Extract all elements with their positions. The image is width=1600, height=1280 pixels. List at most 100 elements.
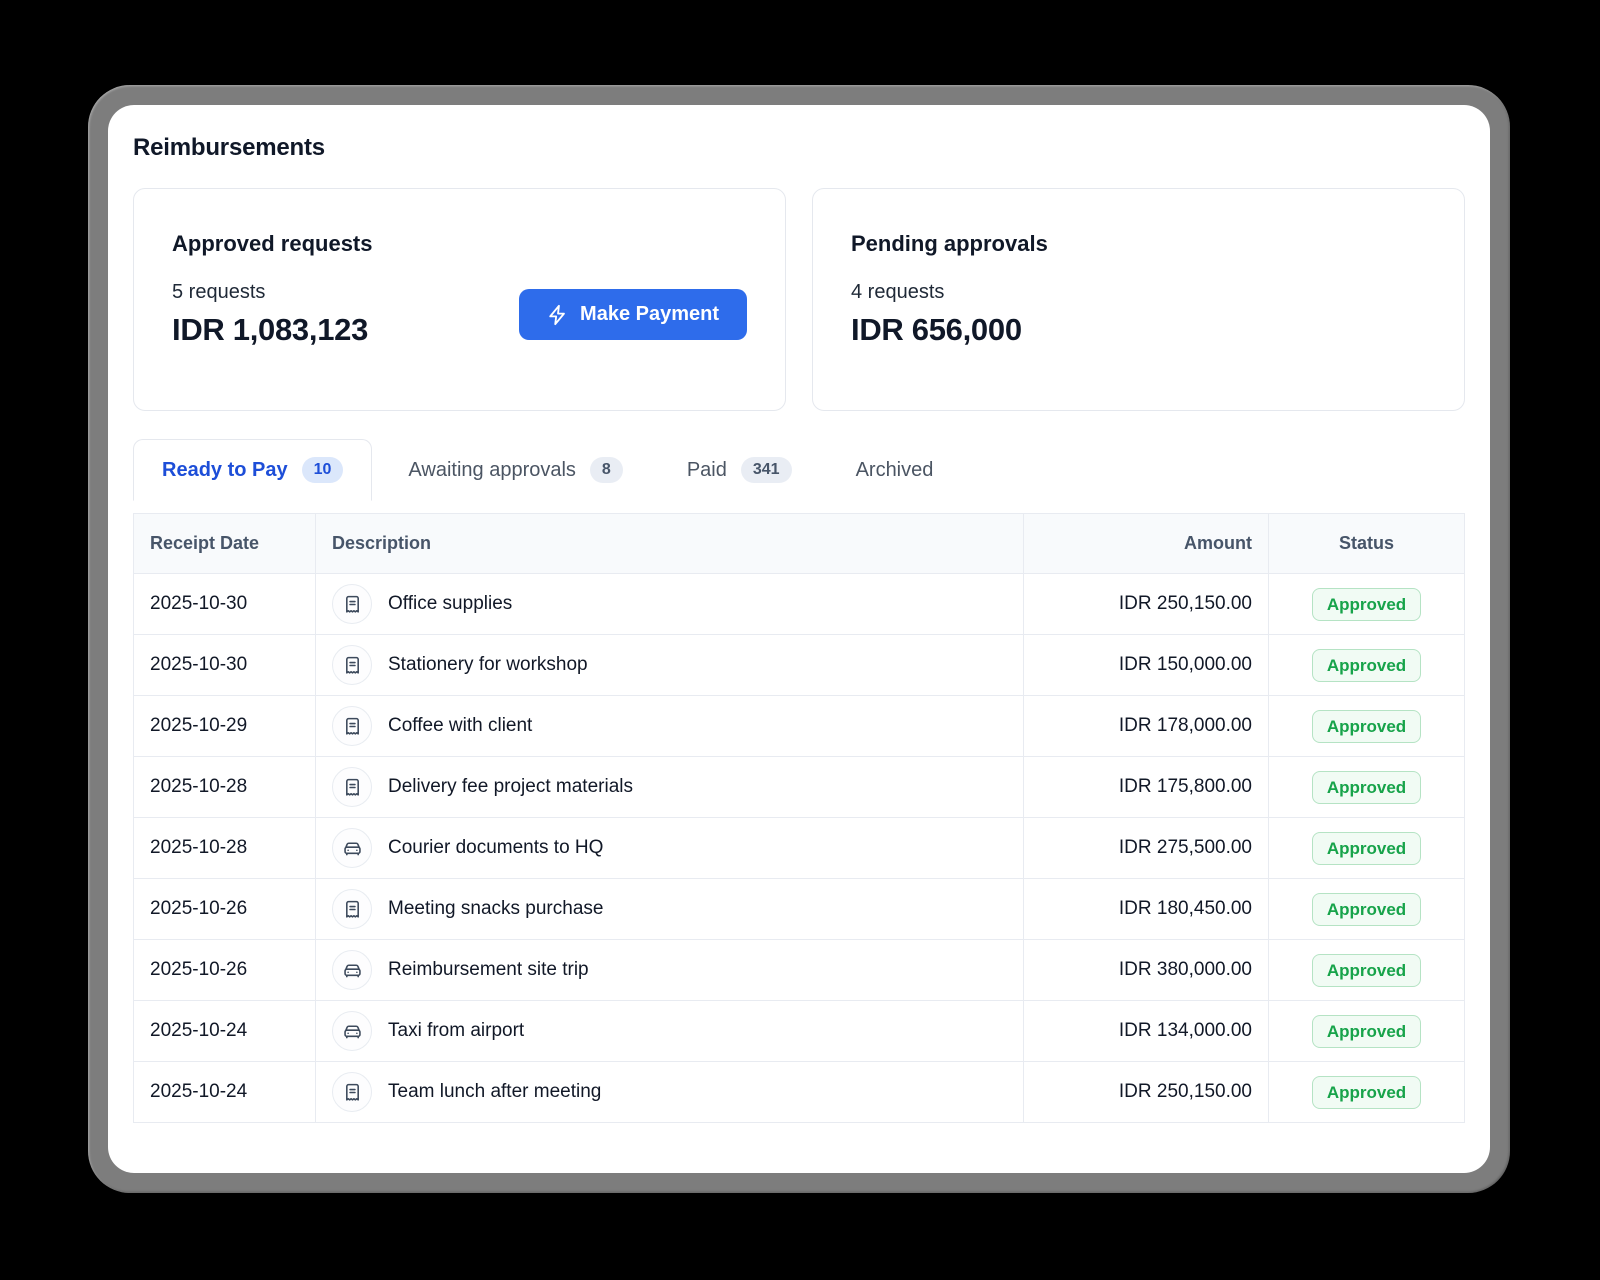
receipt-date-cell: 2025-10-24 [134, 1062, 316, 1123]
app-window: Reimbursements Approved requests 5 reque… [108, 105, 1490, 1173]
receipt-icon [332, 1072, 372, 1112]
column-header-description: Description [316, 514, 1024, 574]
status-badge: Approved [1312, 649, 1421, 682]
table-row[interactable]: 2025-10-24 Taxi from airport IDR 134,000.… [134, 1001, 1465, 1062]
receipt-icon [332, 767, 372, 807]
zap-icon [547, 304, 569, 326]
description-text: Courier documents to HQ [388, 837, 603, 859]
make-payment-label: Make Payment [580, 303, 719, 326]
tab-archived[interactable]: Archived [828, 439, 962, 501]
status-cell: Approved [1269, 818, 1465, 879]
receipt-date-cell: 2025-10-28 [134, 757, 316, 818]
description-cell: Office supplies [316, 574, 1024, 635]
description-text: Taxi from airport [388, 1020, 524, 1042]
car-front-icon [332, 828, 372, 868]
receipt-date-cell: 2025-10-30 [134, 635, 316, 696]
card-figures: 5 requests IDR 1,083,123 [172, 281, 368, 348]
receipt-icon [332, 645, 372, 685]
table-row[interactable]: 2025-10-30 Office suppliesIDR 250,150.00… [134, 574, 1465, 635]
status-cell: Approved [1269, 757, 1465, 818]
receipt-date-cell: 2025-10-24 [134, 1001, 316, 1062]
device-frame: Reimbursements Approved requests 5 reque… [88, 85, 1510, 1193]
tabs: Ready to Pay 10 Awaiting approvals 8 Paid 341… [133, 439, 1465, 501]
amount-cell: IDR 178,000.00 [1024, 696, 1269, 757]
description-text: Reimbursement site trip [388, 959, 589, 981]
status-cell: Approved [1269, 574, 1465, 635]
receipt-date-cell: 2025-10-29 [134, 696, 316, 757]
amount-cell: IDR 150,000.00 [1024, 635, 1269, 696]
table-row[interactable]: 2025-10-30 Stationery for workshop IDR 15… [134, 635, 1465, 696]
tab-awaiting-approvals[interactable]: Awaiting approvals 8 [380, 439, 650, 501]
status-badge: Approved [1312, 893, 1421, 926]
amount-cell: IDR 380,000.00 [1024, 940, 1269, 1001]
tab-paid[interactable]: Paid 341 [659, 439, 820, 501]
table-row[interactable]: 2025-10-29 Coffee with client IDR 178,000… [134, 696, 1465, 757]
total-amount: IDR 656,000 [851, 312, 1022, 348]
status-cell: Approved [1269, 1001, 1465, 1062]
status-badge: Approved [1312, 1015, 1421, 1048]
column-header-status: Status [1269, 514, 1465, 574]
description-text: Coffee with client [388, 715, 532, 737]
tab-label: Archived [856, 459, 934, 482]
receipt-date-cell: 2025-10-28 [134, 818, 316, 879]
description-text: Office supplies [388, 593, 512, 615]
summary-cards: Approved requests 5 requests IDR 1,083,1… [133, 188, 1465, 411]
table-header-row: Receipt Date Description Amount Status [134, 514, 1465, 574]
description-text: Stationery for workshop [388, 654, 588, 676]
approved-requests-card: Approved requests 5 requests IDR 1,083,1… [133, 188, 786, 411]
receipt-date-cell: 2025-10-26 [134, 940, 316, 1001]
column-header-amount: Amount [1024, 514, 1269, 574]
description-cell: Coffee with client [316, 696, 1024, 757]
column-header-receipt-date: Receipt Date [134, 514, 316, 574]
table-row[interactable]: 2025-10-26 Meeting snacks purchase IDR 18… [134, 879, 1465, 940]
description-cell: Meeting snacks purchase [316, 879, 1024, 940]
description-cell: Courier documents to HQ [316, 818, 1024, 879]
page-title: Reimbursements [133, 134, 1465, 162]
description-text: Meeting snacks purchase [388, 898, 603, 920]
tab-label: Awaiting approvals [408, 459, 576, 482]
card-figures: 4 requests IDR 656,000 [851, 281, 1022, 348]
request-count: 4 requests [851, 281, 1022, 304]
amount-cell: IDR 275,500.00 [1024, 818, 1269, 879]
status-cell: Approved [1269, 1062, 1465, 1123]
amount-cell: IDR 180,450.00 [1024, 879, 1269, 940]
tab-ready-to-pay[interactable]: Ready to Pay 10 [133, 439, 372, 501]
tab-label: Paid [687, 459, 727, 482]
amount-cell: IDR 134,000.00 [1024, 1001, 1269, 1062]
status-cell: Approved [1269, 696, 1465, 757]
receipt-icon [332, 584, 372, 624]
status-cell: Approved [1269, 940, 1465, 1001]
pending-approvals-card: Pending approvals 4 requests IDR 656,000 [812, 188, 1465, 411]
description-text: Delivery fee project materials [388, 776, 633, 798]
card-title: Approved requests [172, 231, 747, 257]
status-badge: Approved [1312, 1076, 1421, 1109]
description-text: Team lunch after meeting [388, 1081, 601, 1103]
receipt-date-cell: 2025-10-26 [134, 879, 316, 940]
tab-count-badge: 8 [590, 457, 623, 483]
table-body: 2025-10-30 Office supplies IDR 250,150.00… [134, 574, 1465, 1123]
status-badge: Approved [1312, 832, 1421, 865]
table-row[interactable]: 2025-10-24 Team lunch after meeting IDR 2… [134, 1062, 1465, 1123]
table-row[interactable]: 2025-10-28 Delivery fee project material… [134, 757, 1465, 818]
tab-count-badge: 10 [302, 457, 344, 483]
status-badge: Approved [1312, 954, 1421, 987]
amount-cell: IDR 250,150.00 [1024, 1062, 1269, 1123]
car-front-icon [332, 1011, 372, 1051]
status-badge: Approved [1312, 588, 1421, 621]
amount-cell: IDR 175,800.00 [1024, 757, 1269, 818]
status-badge: Approved [1312, 771, 1421, 804]
tab-count-badge: 341 [741, 457, 792, 483]
make-payment-button[interactable]: Make Payment [519, 289, 747, 340]
car-front-icon [332, 950, 372, 990]
amount-cell: IDR 250,150.00 [1024, 574, 1269, 635]
table-row[interactable]: 2025-10-28 Courier documents to HQ IDR 27… [134, 818, 1465, 879]
description-cell: Stationery for workshop [316, 635, 1024, 696]
total-amount: IDR 1,083,123 [172, 312, 368, 348]
status-badge: Approved [1312, 710, 1421, 743]
reimbursements-table: Receipt Date Description Amount Status 2… [133, 513, 1465, 1123]
card-title: Pending approvals [851, 231, 1426, 257]
receipt-icon [332, 889, 372, 929]
description-cell: Team lunch after meeting [316, 1062, 1024, 1123]
tab-label: Ready to Pay [162, 459, 288, 482]
table-row[interactable]: 2025-10-26 Reimbursement site trip IDR 38… [134, 940, 1465, 1001]
